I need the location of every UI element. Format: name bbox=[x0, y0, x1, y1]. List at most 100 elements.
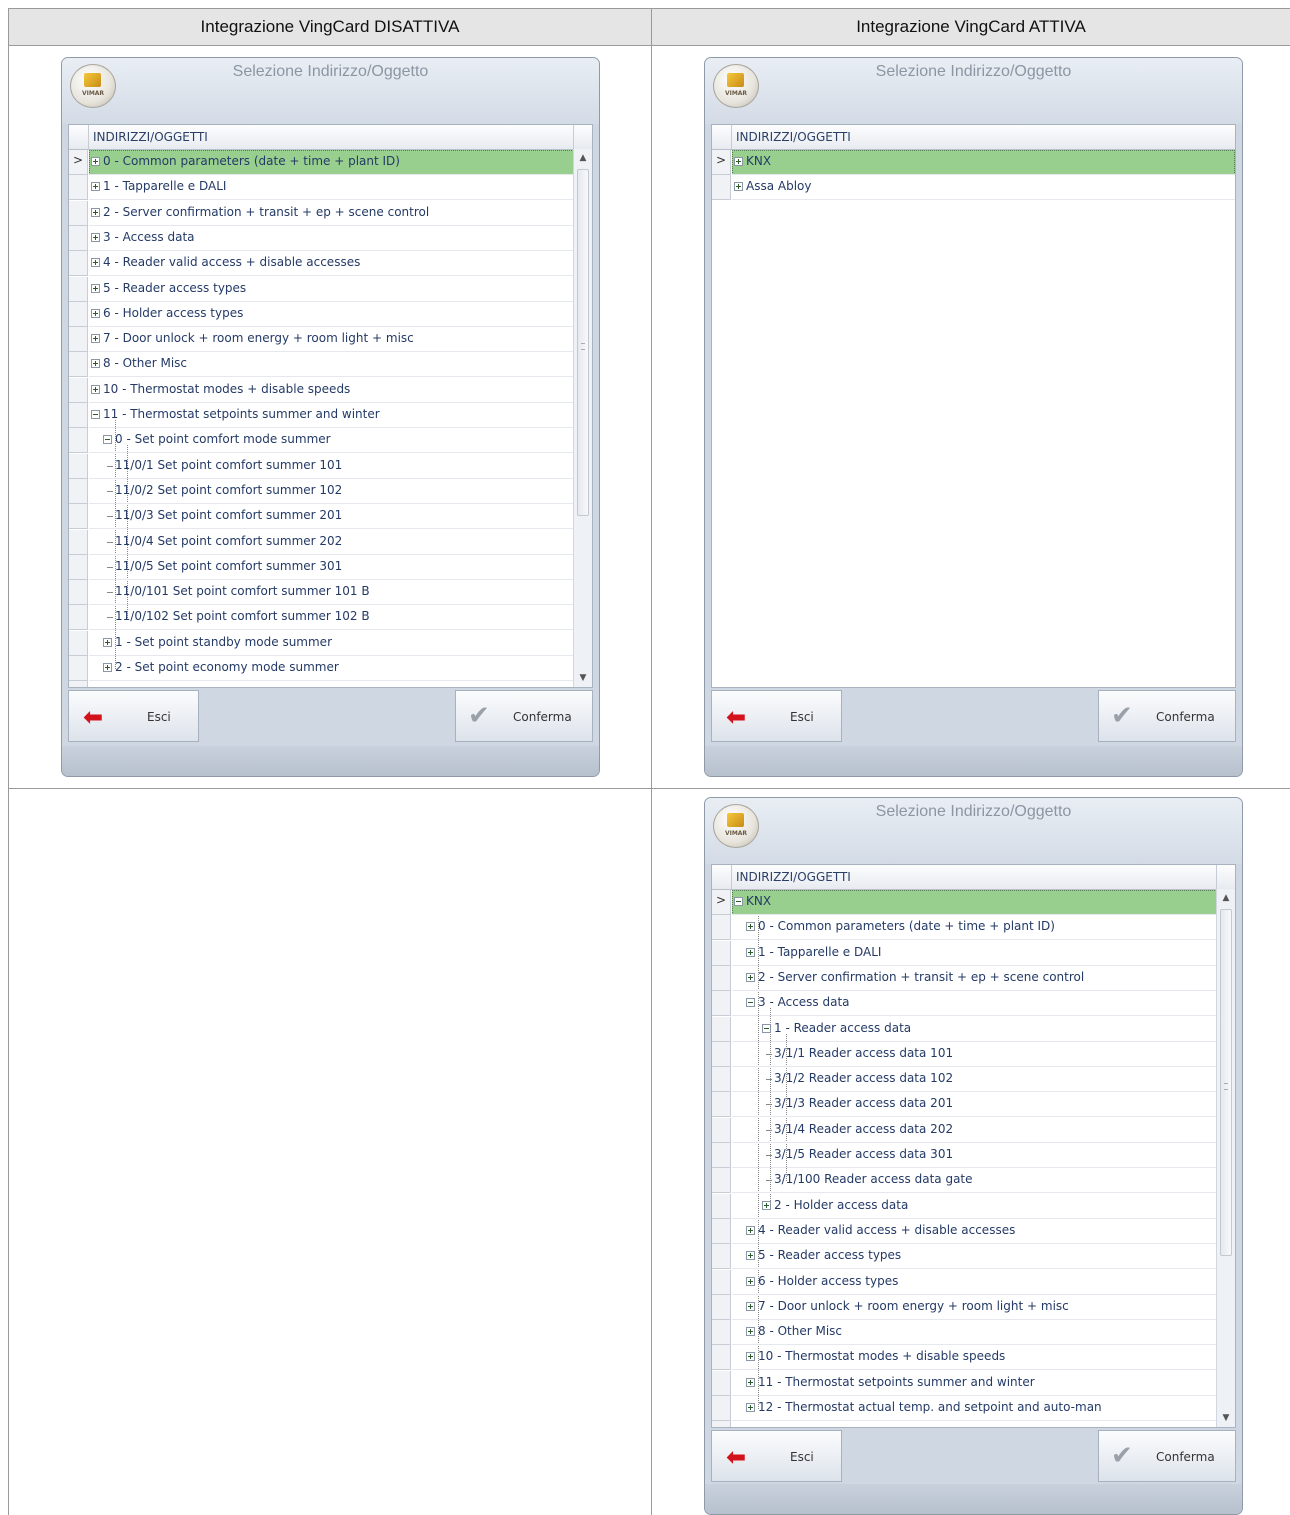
row-header[interactable]: > bbox=[69, 150, 88, 175]
expand-icon[interactable] bbox=[103, 663, 112, 672]
row-header[interactable] bbox=[69, 352, 88, 378]
tree-row[interactable]: 0 - Set point comfort mode summer bbox=[69, 428, 574, 454]
expand-icon[interactable] bbox=[746, 1352, 755, 1362]
row-header[interactable] bbox=[712, 1244, 731, 1270]
tree-row[interactable]: 3 - Access data bbox=[69, 226, 574, 251]
row-header[interactable] bbox=[712, 1218, 731, 1244]
tree-row[interactable]: 11/0/3 Set point comfort summer 201 bbox=[69, 504, 574, 530]
vertical-scrollbar[interactable]: ▲ ▼ bbox=[573, 149, 592, 687]
row-header[interactable] bbox=[712, 1067, 731, 1093]
row-header[interactable] bbox=[712, 1294, 731, 1320]
scroll-up-arrow-icon[interactable]: ▲ bbox=[1217, 889, 1235, 907]
row-header[interactable] bbox=[712, 1269, 731, 1295]
address-tree-grid[interactable]: INDIRIZZI/OGGETTI KNX 0 - Common parameter… bbox=[711, 864, 1236, 1428]
expand-icon[interactable] bbox=[91, 283, 100, 293]
tree-row[interactable]: 11/0/5 Set point comfort summer 301 bbox=[69, 555, 574, 580]
row-header[interactable] bbox=[69, 428, 88, 454]
tree-row[interactable]: 4 - Reader valid access + disable access… bbox=[712, 1219, 1217, 1244]
address-tree-grid[interactable]: INDIRIZZI/OGGETTI 0 - Common parameters (… bbox=[68, 124, 593, 688]
expand-icon[interactable] bbox=[746, 947, 755, 957]
row-header[interactable] bbox=[69, 529, 88, 555]
tree-row[interactable]: 11/0/4 Set point comfort summer 202 bbox=[69, 530, 574, 555]
expand-icon[interactable] bbox=[746, 1403, 755, 1412]
tree-row[interactable]: 8 - Other Misc bbox=[69, 352, 574, 378]
tree-row[interactable]: 4 - Reader valid access + disable access… bbox=[69, 251, 574, 277]
tree-row[interactable]: 11/0/101 Set point comfort summer 101 B bbox=[69, 580, 574, 606]
tree-row[interactable]: 11/0/102 Set point comfort summer 102 B bbox=[69, 605, 574, 631]
row-header[interactable] bbox=[712, 1193, 731, 1219]
row-header[interactable] bbox=[712, 1143, 731, 1168]
row-header[interactable] bbox=[712, 991, 731, 1017]
tree-row[interactable]: 6 - Holder access types bbox=[69, 302, 574, 327]
expand-icon[interactable] bbox=[746, 1251, 755, 1261]
tree-row[interactable]: 11/0/2 Set point comfort summer 102 bbox=[69, 479, 574, 504]
expand-icon[interactable] bbox=[91, 384, 100, 394]
expand-icon[interactable] bbox=[91, 207, 100, 217]
tree-row[interactable]: 3/1/100 Reader access data gate bbox=[712, 1168, 1217, 1194]
row-header[interactable] bbox=[712, 1168, 731, 1194]
tree-row[interactable]: 10 - Thermostat modes + disable speeds bbox=[69, 378, 574, 403]
exit-button[interactable]: ⬅ Esci bbox=[68, 690, 199, 742]
row-header[interactable] bbox=[712, 175, 731, 201]
row-header[interactable] bbox=[69, 403, 88, 428]
row-header[interactable] bbox=[69, 200, 88, 226]
scroll-up-arrow-icon[interactable]: ▲ bbox=[574, 149, 592, 167]
tree-row[interactable]: 2 - Set point economy mode summer bbox=[69, 656, 574, 681]
row-header[interactable] bbox=[712, 915, 731, 941]
tree-row[interactable]: 11 - Thermostat setpoints summer and win… bbox=[712, 1371, 1217, 1396]
expand-icon[interactable] bbox=[91, 232, 100, 242]
collapse-icon[interactable] bbox=[746, 998, 755, 1008]
row-header[interactable] bbox=[712, 940, 731, 966]
expand-icon[interactable] bbox=[746, 1327, 755, 1337]
row-header[interactable] bbox=[712, 1320, 731, 1346]
tree-row[interactable]: 2 - Server confirmation + transit + ep +… bbox=[712, 966, 1217, 991]
expand-icon[interactable] bbox=[746, 1225, 755, 1235]
row-header[interactable] bbox=[69, 656, 88, 681]
exit-button[interactable]: ⬅ Esci bbox=[711, 1430, 842, 1482]
tree-row[interactable]: 3/1/3 Reader access data 201 bbox=[712, 1092, 1217, 1118]
tree-row[interactable]: 6 - Holder access types bbox=[712, 1270, 1217, 1295]
expand-icon[interactable] bbox=[746, 1301, 755, 1311]
collapse-icon[interactable] bbox=[91, 410, 100, 419]
scroll-down-arrow-icon[interactable]: ▼ bbox=[1217, 1409, 1235, 1427]
tree-row[interactable]: Assa Abloy bbox=[712, 175, 1235, 201]
expand-icon[interactable] bbox=[762, 1200, 771, 1210]
expand-icon[interactable] bbox=[103, 637, 112, 647]
confirm-button[interactable]: ✔ Conferma bbox=[1098, 1430, 1236, 1482]
tree-row[interactable]: 11/0/1 Set point comfort summer 101 bbox=[69, 454, 574, 479]
expand-icon[interactable] bbox=[734, 182, 743, 192]
row-header[interactable] bbox=[712, 1421, 731, 1427]
expand-icon[interactable] bbox=[746, 1276, 755, 1286]
scroll-down-arrow-icon[interactable]: ▼ bbox=[574, 669, 592, 687]
row-header[interactable] bbox=[712, 1345, 731, 1371]
tree-row[interactable]: 2 - Server confirmation + transit + ep +… bbox=[69, 201, 574, 226]
row-header[interactable] bbox=[69, 276, 88, 302]
collapse-icon[interactable] bbox=[734, 897, 743, 906]
row-header[interactable]: > bbox=[712, 150, 731, 175]
row-header[interactable] bbox=[712, 1396, 731, 1421]
confirm-button[interactable]: ✔ Conferma bbox=[1098, 690, 1236, 742]
tree-row[interactable]: 7 - Door unlock + room energy + room lig… bbox=[712, 1295, 1217, 1320]
row-header[interactable] bbox=[69, 225, 88, 251]
collapse-icon[interactable] bbox=[103, 435, 112, 445]
tree-row[interactable]: 3/1/5 Reader access data 301 bbox=[712, 1143, 1217, 1168]
row-header[interactable] bbox=[69, 605, 88, 631]
row-header[interactable] bbox=[69, 580, 88, 606]
tree-row[interactable]: 3/1/2 Reader access data 102 bbox=[712, 1067, 1217, 1093]
expand-icon[interactable] bbox=[746, 922, 755, 932]
expand-icon[interactable] bbox=[91, 334, 100, 344]
tree-row[interactable]: 0 - Common parameters (date + time + pla… bbox=[712, 915, 1217, 941]
row-header[interactable] bbox=[69, 377, 88, 403]
tree-row[interactable]: KNX bbox=[712, 890, 1217, 915]
tree-row[interactable]: 3 - Access data bbox=[712, 991, 1217, 1017]
vertical-scrollbar[interactable]: ▲ ▼ bbox=[1216, 889, 1235, 1427]
row-header[interactable] bbox=[69, 630, 88, 656]
row-header[interactable] bbox=[69, 554, 88, 580]
tree-row[interactable]: 3/1/4 Reader access data 202 bbox=[712, 1118, 1217, 1143]
row-header[interactable] bbox=[69, 681, 88, 687]
collapse-icon[interactable] bbox=[762, 1023, 771, 1033]
scroll-thumb[interactable] bbox=[577, 169, 589, 516]
expand-icon[interactable] bbox=[91, 359, 100, 369]
tree-row[interactable]: 7 - Door unlock + room energy + room lig… bbox=[69, 327, 574, 353]
row-header[interactable]: > bbox=[712, 890, 731, 915]
